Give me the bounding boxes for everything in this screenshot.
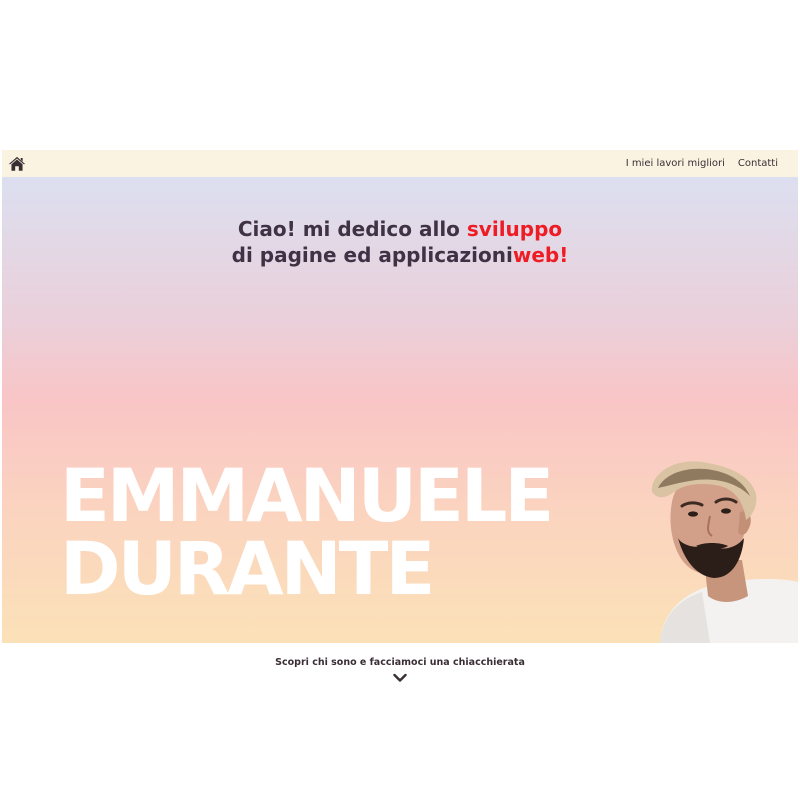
hero-tagline: Ciao! mi dedico allo sviluppo di pagine …: [2, 216, 798, 268]
chevron-down-icon[interactable]: [393, 673, 407, 683]
website-viewport: I miei lavori migliori Contatti Ciao! mi…: [2, 150, 798, 690]
page: I miei lavori migliori Contatti Ciao! mi…: [0, 0, 800, 800]
scroll-prompt: Scopri chi sono e facciamoci una chiacch…: [2, 643, 798, 690]
first-name: EMMANUELE: [60, 454, 554, 539]
navbar: I miei lavori migliori Contatti: [2, 150, 798, 177]
tagline-highlight: sviluppo: [466, 217, 563, 241]
tagline-text: Ciao! mi dedico allo: [237, 217, 467, 241]
tagline-highlight: web!: [512, 243, 569, 267]
hero-section: Ciao! mi dedico allo sviluppo di pagine …: [2, 177, 798, 643]
nav-links: I miei lavori migliori Contatti: [626, 158, 778, 169]
nav-link-contacts[interactable]: Contatti: [738, 158, 778, 169]
hero-name: EMMANUELE DURANTE: [60, 454, 554, 612]
nav-link-works[interactable]: I miei lavori migliori: [626, 158, 725, 169]
about-cta-link[interactable]: Scopri chi sono e facciamoci una chiacch…: [2, 657, 798, 668]
home-icon[interactable]: [8, 155, 26, 173]
tagline-text: di pagine ed applicazioni: [231, 243, 513, 267]
last-name: DURANTE: [60, 527, 435, 612]
avatar: [651, 461, 798, 643]
